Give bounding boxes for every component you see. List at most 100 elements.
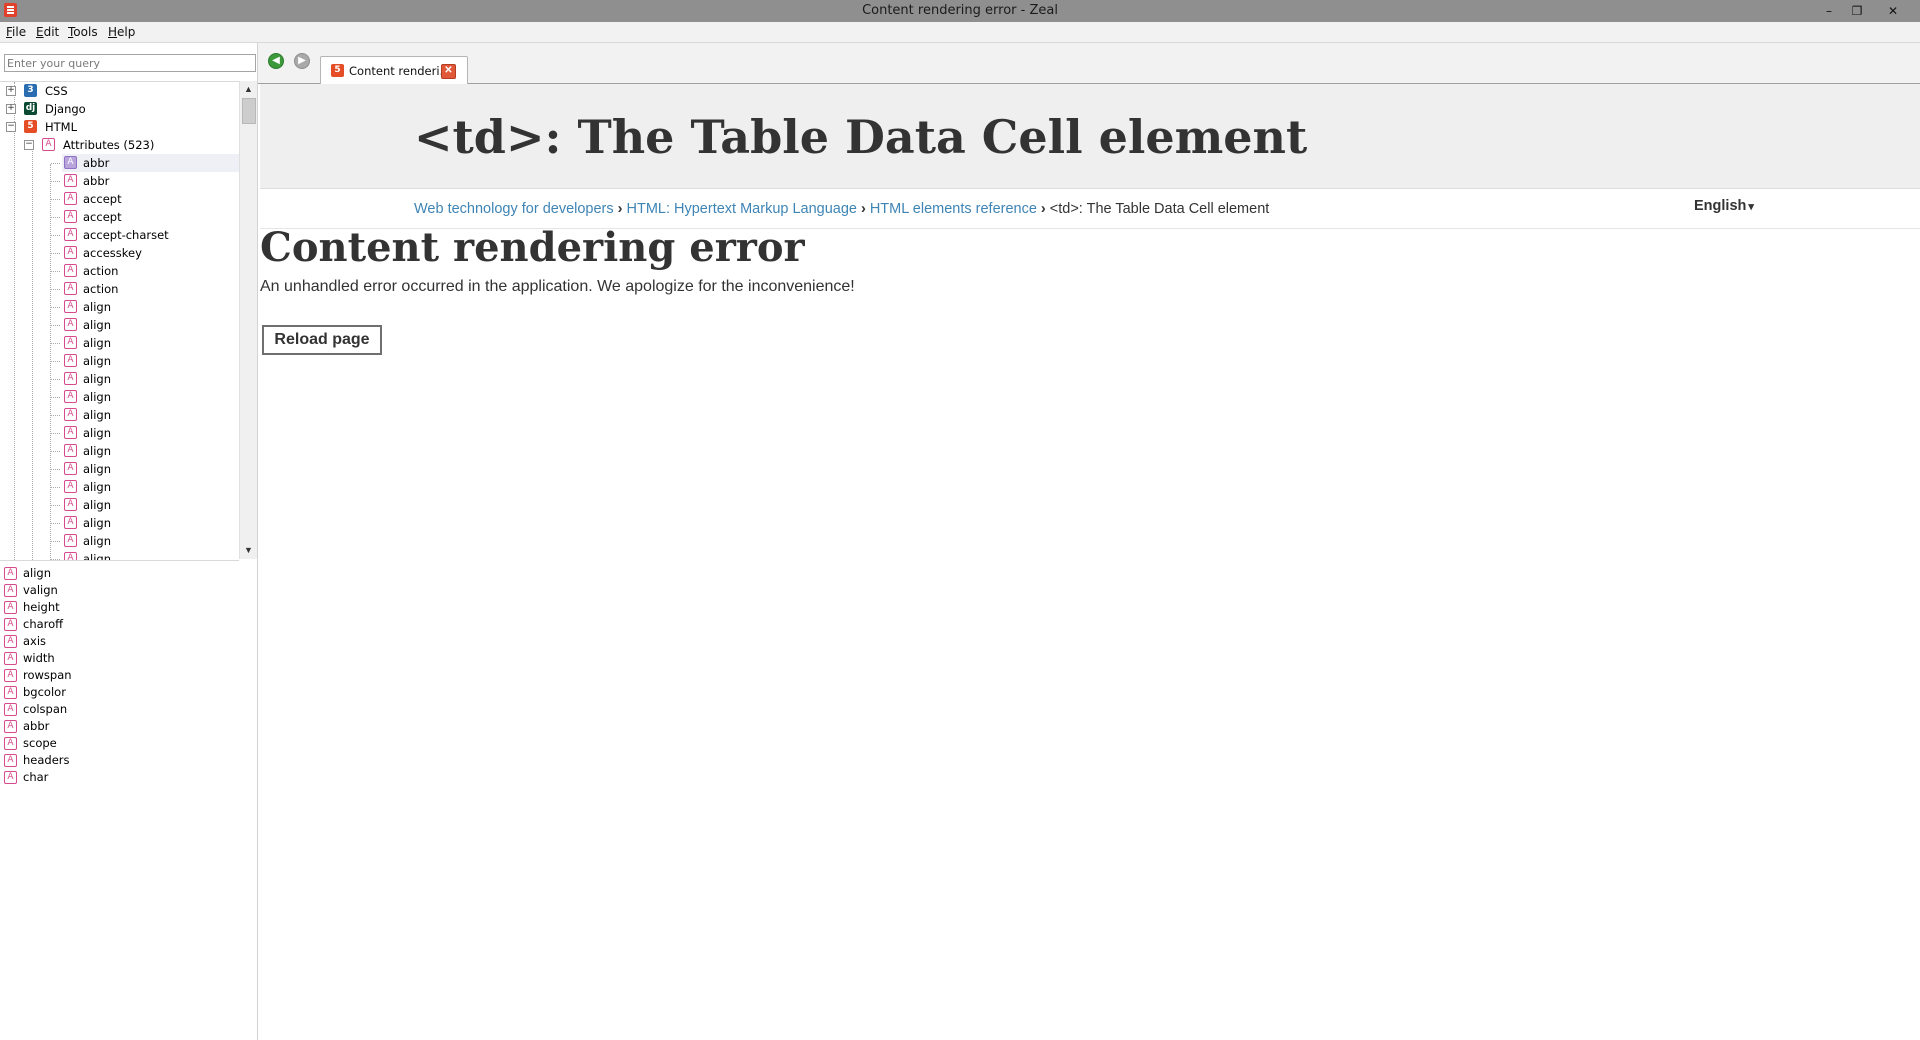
menu-help-accel: H (108, 25, 118, 39)
breadcrumb-link[interactable]: Web technology for developers (414, 201, 614, 217)
collapse-icon[interactable]: − (24, 140, 34, 150)
scrollbar-thumb[interactable] (242, 98, 256, 124)
attribute-icon: A (64, 552, 77, 560)
tree-guide-line (32, 146, 33, 560)
breadcrumb-link[interactable]: HTML elements reference (870, 201, 1037, 217)
tree-item-label: action (83, 264, 119, 278)
attribute-icon: A (64, 444, 77, 457)
tree-item-label: align (83, 516, 112, 530)
attribute-icon: A (4, 635, 17, 648)
menu-file-label: ile (12, 25, 27, 39)
menu-help[interactable]: Help (108, 25, 135, 39)
reload-page-button[interactable]: Reload page (262, 325, 382, 355)
tree-guide-line (51, 235, 60, 236)
list-item-label: abbr (23, 719, 50, 733)
tab-close-icon[interactable]: ✕ (441, 64, 456, 79)
menu-tools[interactable]: Tools (68, 25, 98, 39)
tree-guide-line (50, 164, 51, 560)
tree-item-label: action (83, 282, 119, 296)
tree-guide-line (51, 379, 60, 380)
menu-edit-accel: E (36, 25, 44, 39)
attribute-icon: A (4, 601, 17, 614)
tree-item-label: accept (83, 192, 122, 206)
error-heading: Content rendering error (260, 224, 805, 271)
attribute-icon: A (4, 669, 17, 682)
attribute-icon: A (4, 567, 17, 580)
tree-guide-line (51, 451, 60, 452)
attribute-icon: A (4, 720, 17, 733)
tree-guide-line (51, 217, 60, 218)
attribute-icon: A (64, 390, 77, 403)
tree-item-label: abbr (83, 174, 110, 188)
chevron-down-icon: ▾ (1748, 201, 1754, 213)
tree-item-label: align (83, 390, 112, 404)
scroll-down-icon[interactable]: ▼ (240, 542, 257, 559)
list-item-label: rowspan (23, 668, 72, 682)
attribute-icon: A (64, 372, 77, 385)
html5-icon: 5 (24, 120, 37, 133)
forward-arrow-icon[interactable]: ▶ (294, 53, 310, 69)
restore-button[interactable]: ❐ (1844, 2, 1870, 20)
tree-guide-line (51, 559, 60, 560)
language-selector[interactable]: English ▾ (1694, 198, 1754, 214)
list-item-label: bgcolor (23, 685, 66, 699)
breadcrumb: Web technology for developers › HTML: Hype… (414, 201, 1269, 217)
attribute-icon: A (64, 264, 77, 277)
tree-item-label: align (83, 426, 112, 440)
expand-icon[interactable]: + (6, 104, 16, 114)
tree-item-label: accesskey (83, 246, 142, 260)
tree-guide-line (51, 361, 60, 362)
tree-item-label: align (83, 336, 112, 350)
minimize-button[interactable]: – (1816, 2, 1842, 20)
tree-item-label: align (83, 552, 112, 561)
attribute-icon: A (4, 771, 17, 784)
attribute-icon: A (64, 300, 77, 313)
tree-item-label: align (83, 300, 112, 314)
tree-item-label: align (83, 498, 112, 512)
search-input[interactable] (4, 54, 256, 72)
html5-icon: 5 (331, 64, 344, 77)
menu-bar: File Edit Tools Help (0, 22, 1920, 43)
tree-guide-line (51, 163, 60, 164)
menu-help-label: elp (117, 25, 136, 39)
docset-tree[interactable]: + 3 CSS + dj Django − 5 HTML − A Attribu… (0, 81, 239, 561)
tree-item-label: align (83, 444, 112, 458)
attribute-icon: A (64, 498, 77, 511)
list-item-label: colspan (23, 702, 68, 716)
window-title: Content rendering error - Zeal (862, 3, 1058, 18)
attribute-icon: A (4, 737, 17, 750)
sidebar: + 3 CSS + dj Django − 5 HTML − A Attribu… (0, 43, 258, 1040)
tree-guide-line (51, 487, 60, 488)
tree-item-label: accept-charset (83, 228, 169, 242)
tree-guide-line (51, 325, 60, 326)
attribute-icon: A (64, 156, 77, 169)
close-window-button[interactable]: ✕ (1880, 2, 1906, 20)
menu-edit[interactable]: Edit (36, 25, 59, 39)
collapse-icon[interactable]: − (6, 122, 16, 132)
tree-guide-line (51, 343, 60, 344)
back-arrow-icon[interactable]: ◀ (268, 53, 284, 69)
tree-guide-line (51, 415, 60, 416)
error-message: An unhandled error occurred in the appli… (260, 278, 855, 295)
breadcrumb-link[interactable]: HTML: Hypertext Markup Language (626, 201, 857, 217)
expand-icon[interactable]: + (6, 86, 16, 96)
list-item-label: scope (23, 736, 57, 750)
list-item-label: align (23, 566, 52, 580)
tree-guide-line (51, 181, 60, 182)
tree-guide-line (51, 199, 60, 200)
list-item-label: headers (23, 753, 70, 767)
page-title: <td>: The Table Data Cell element (414, 110, 1308, 164)
scroll-up-icon[interactable]: ▲ (240, 81, 257, 98)
tree-item-label: CSS (45, 84, 68, 98)
tree-guide-line (51, 307, 60, 308)
list-item-label: charoff (23, 617, 64, 631)
breadcrumb-separator: › (617, 201, 623, 217)
tab-content-rendering-error[interactable]: 5 Content renderi... ✕ (320, 56, 468, 84)
tree-guide-line (51, 433, 60, 434)
menu-file[interactable]: File (6, 25, 26, 39)
doc-header: <td>: The Table Data Cell element (260, 84, 1920, 189)
tree-scrollbar[interactable]: ▲ ▼ (239, 81, 257, 559)
doc-content: <td>: The Table Data Cell element Web te… (260, 84, 1920, 1040)
tree-item-label: align (83, 372, 112, 386)
attribute-icon: A (64, 318, 77, 331)
